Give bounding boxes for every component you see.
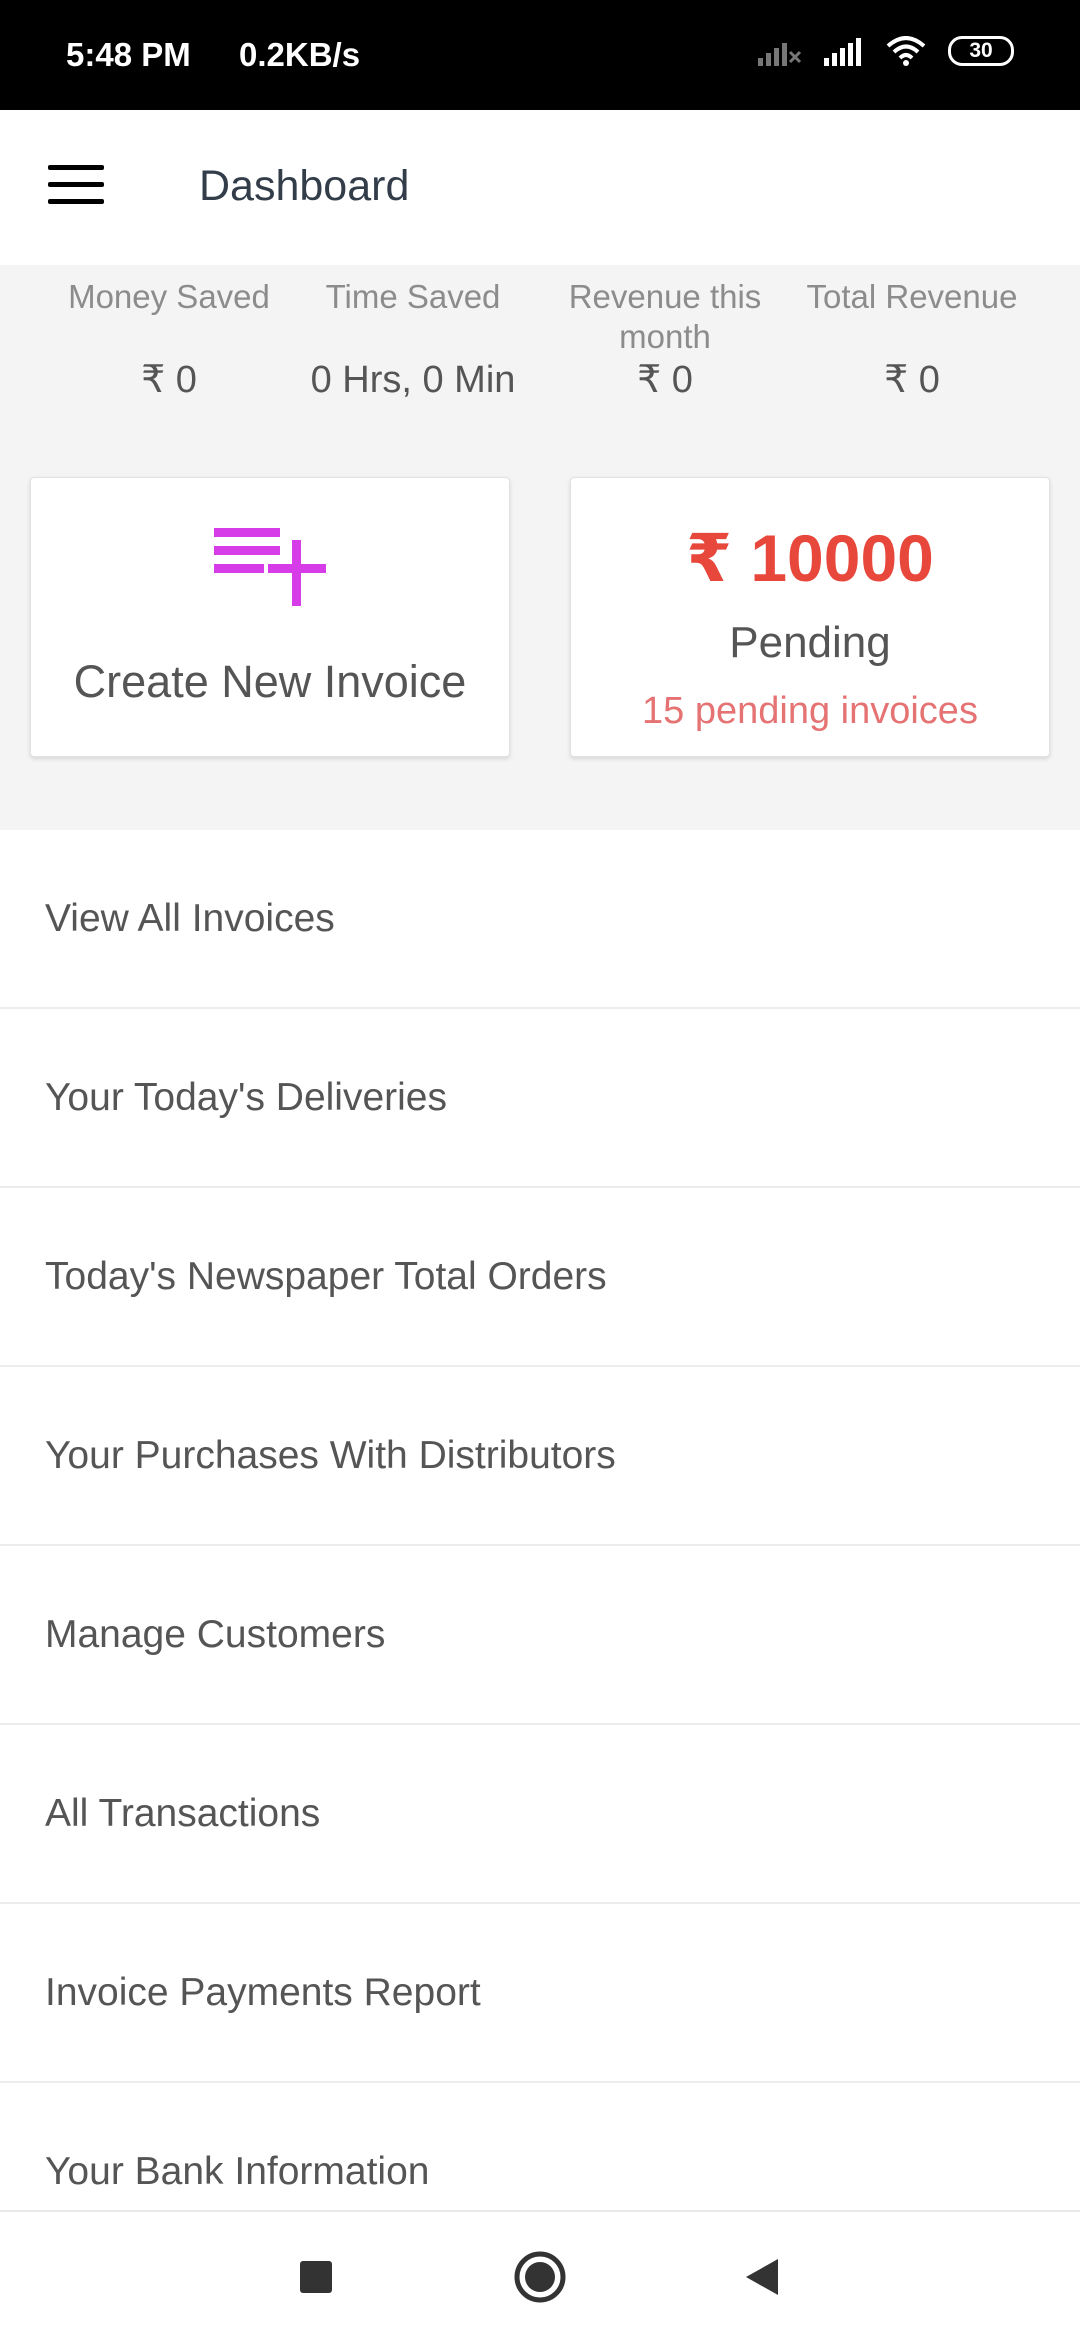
system-nav-bar [0,2210,1080,2340]
circle-home-icon[interactable] [470,2212,610,2340]
signal-weak-icon [758,43,802,66]
status-bar: 5:48 PM 0.2KB/s 30 [0,0,1080,110]
pending-amount: ₹ 10000 [686,521,934,595]
stat-value: 0 Hrs, 0 Min [310,359,516,401]
battery-icon: 30 [948,36,1014,66]
menu-item-view-all-invoices[interactable]: View All Invoices [0,830,1080,1009]
pending-label: Pending [729,618,891,667]
wifi-icon [886,36,926,66]
stat-time-saved: Time Saved 0 Hrs, 0 Min [288,277,538,403]
stat-money-saved: Money Saved ₹ 0 [44,277,294,403]
menu-item-payments-report[interactable]: Invoice Payments Report [0,1904,1080,2083]
status-time: 5:48 PM [66,36,191,73]
triangle-back-icon[interactable] [692,2212,832,2340]
signal-icon [824,38,861,66]
stat-value: ₹ 0 [637,359,693,401]
stat-revenue-month: Revenue this month ₹ 0 [540,277,790,403]
square-recents-icon[interactable] [246,2212,386,2340]
stat-value: ₹ 0 [884,359,940,401]
stat-label: Money Saved [68,278,270,315]
status-icons: 30 [758,36,1014,66]
menu-item-all-transactions[interactable]: All Transactions [0,1725,1080,1904]
stat-value: ₹ 0 [141,359,197,401]
pending-invoices-count: 15 pending invoices [642,690,978,732]
stat-label: Revenue this month [568,278,762,355]
stat-total-revenue: Total Revenue ₹ 0 [787,277,1037,403]
stat-label: Time Saved [325,278,501,315]
page-title: Dashboard [199,162,410,210]
menu-item-newspaper-orders[interactable]: Today's Newspaper Total Orders [0,1188,1080,1367]
dashboard-menu-list: View All Invoices Your Today's Deliverie… [0,830,1080,2262]
menu-item-manage-customers[interactable]: Manage Customers [0,1546,1080,1725]
pending-card[interactable]: ₹ 10000 Pending 15 pending invoices [570,477,1050,757]
menu-item-todays-deliveries[interactable]: Your Today's Deliveries [0,1009,1080,1188]
network-speed: 0.2KB/s [239,36,361,73]
app-root: 5:48 PM 0.2KB/s 30 Dashboard Money Saved… [0,0,1080,2340]
battery-level: 30 [969,39,993,62]
create-invoice-card[interactable]: Create New Invoice [30,477,510,757]
create-invoice-label: Create New Invoice [73,656,467,707]
menu-item-purchases-distributors[interactable]: Your Purchases With Distributors [0,1367,1080,1546]
stats-area: Money Saved ₹ 0 Time Saved 0 Hrs, 0 Min … [0,265,1080,830]
hamburger-menu-icon[interactable] [48,165,104,209]
stat-label: Total Revenue [806,278,1018,315]
playlist-add-icon [214,528,326,606]
app-bar: Dashboard [0,110,1080,265]
